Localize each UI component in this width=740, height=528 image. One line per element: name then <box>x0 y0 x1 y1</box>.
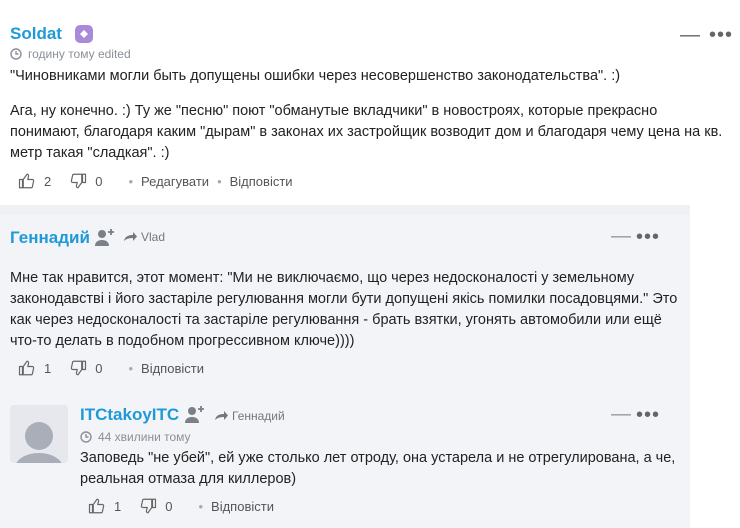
separator-dot: • <box>198 498 204 514</box>
like-count: 1 <box>44 360 52 376</box>
comment-gennadiy: Геннадий Vlad — ••• Мне так нравится, эт… <box>0 215 690 395</box>
reply-arrow-icon <box>214 410 229 422</box>
badge-icon <box>75 25 93 43</box>
comment-body: Мне так нравится, этот момент: "Ми не ви… <box>10 270 678 349</box>
thumbs-down-icon[interactable] <box>139 497 157 515</box>
reply-button[interactable]: Відповісти <box>141 361 204 376</box>
reply-to-name[interactable]: Геннадий <box>232 409 285 423</box>
follow-user-icon[interactable] <box>184 404 206 424</box>
comment-actions: 1 0 • Відповісти <box>88 497 274 515</box>
edit-button[interactable]: Редагувати <box>141 174 209 189</box>
more-options-icon[interactable]: ••• <box>709 25 733 45</box>
collapse-icon[interactable]: — <box>611 404 632 424</box>
comment-actions: 2 0 • Редагувати • Відповісти <box>18 172 293 190</box>
comment-paragraph: Ага, ну конечно. :) Ту же "песню" поют "… <box>10 103 723 161</box>
comment-meta: 44 хвилини тому <box>80 430 191 444</box>
dislike-count: 0 <box>165 498 173 514</box>
avatar-head <box>25 422 53 450</box>
reply-to-name[interactable]: Vlad <box>141 230 165 244</box>
background-strip <box>690 210 740 528</box>
reply-button[interactable]: Відповісти <box>211 499 274 514</box>
separator-dot: • <box>128 173 134 189</box>
avatar[interactable] <box>10 405 68 463</box>
comment-time: годину тому edited <box>28 47 131 61</box>
thumbs-up-icon[interactable] <box>88 497 106 515</box>
reply-to: Геннадий <box>214 409 285 423</box>
clock-icon <box>80 431 92 443</box>
thumbs-up-icon[interactable] <box>18 359 36 377</box>
follow-user-icon[interactable] <box>94 227 116 247</box>
comment-actions: 1 0 • Відповісти <box>18 359 204 377</box>
separator-dot: • <box>128 360 134 376</box>
comment-itctakoyitc: ITCtakoyITC Геннадий — ••• 44 хвилини то… <box>0 395 690 528</box>
like-count: 1 <box>114 498 122 514</box>
reply-to: Vlad <box>123 230 165 244</box>
dislike-count: 0 <box>95 173 103 189</box>
comment-paragraph: "Чиновниками могли быть допущены ошибки … <box>10 68 621 84</box>
comment-body: "Чиновниками могли быть допущены ошибки … <box>10 66 725 164</box>
thumbs-up-icon[interactable] <box>18 172 36 190</box>
thumbs-down-icon[interactable] <box>69 359 87 377</box>
like-count: 2 <box>44 173 52 189</box>
separator-dot: • <box>217 173 222 189</box>
collapse-icon[interactable]: — <box>611 226 632 246</box>
comment-author[interactable]: Soldat <box>10 24 62 44</box>
avatar-body <box>15 453 63 463</box>
thumbs-down-icon[interactable] <box>69 172 87 190</box>
divider <box>0 205 690 215</box>
reply-button[interactable]: Відповісти <box>230 174 293 189</box>
clock-icon <box>10 48 22 60</box>
comment-time: 44 хвилини тому <box>98 430 191 444</box>
comment-meta: годину тому edited <box>10 47 131 61</box>
collapse-icon[interactable]: — <box>680 25 701 45</box>
dislike-count: 0 <box>95 360 103 376</box>
comment-author[interactable]: ITCtakoyITC <box>80 405 179 425</box>
comment-body: Заповедь "не убей", ей уже столько лет о… <box>80 450 676 487</box>
comment-soldat: Soldat — ••• годину тому edited "Чиновни… <box>0 0 740 205</box>
comment-author[interactable]: Геннадий <box>10 228 90 248</box>
more-options-icon[interactable]: ••• <box>636 405 660 425</box>
reply-arrow-icon <box>123 231 138 243</box>
more-options-icon[interactable]: ••• <box>636 227 660 247</box>
